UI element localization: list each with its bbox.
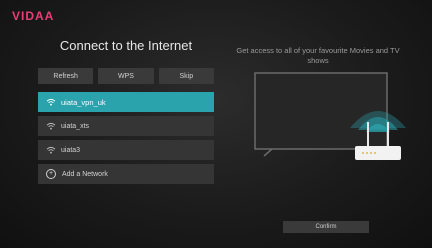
action-buttons: Refresh WPS Skip — [38, 68, 214, 84]
wps-button[interactable]: WPS — [98, 68, 154, 84]
network-item[interactable]: uiata_vpn_uk — [38, 92, 214, 112]
confirm-button[interactable]: Confirm — [283, 221, 369, 233]
add-network-button[interactable]: + Add a Network — [38, 164, 214, 184]
network-item[interactable]: uiata3 — [38, 140, 214, 160]
skip-button[interactable]: Skip — [158, 68, 214, 84]
network-ssid: uiata_xts — [61, 122, 90, 130]
refresh-button[interactable]: Refresh — [38, 68, 94, 84]
page-title: Connect to the Internet — [59, 38, 193, 53]
plus-circle-icon: + — [46, 169, 56, 179]
network-ssid: uiata_vpn_uk — [61, 97, 106, 107]
setup-screen: VIDAA Connect to the Internet Refresh WP… — [0, 0, 432, 248]
promo-text: Get access to all of your favourite Movi… — [236, 46, 400, 65]
wifi-icon — [46, 98, 56, 106]
tv-router-illustration — [254, 72, 406, 160]
network-ssid: uiata3 — [61, 146, 81, 154]
network-item[interactable]: uiata_xts — [38, 116, 214, 136]
wifi-icon — [46, 122, 56, 130]
network-list: uiata_vpn_uk uiata_xts uiata3 + Add a Ne… — [38, 92, 214, 188]
vidaa-logo: VIDAA — [12, 9, 55, 23]
add-network-label: Add a Network — [62, 170, 108, 178]
wifi-icon — [46, 146, 56, 154]
